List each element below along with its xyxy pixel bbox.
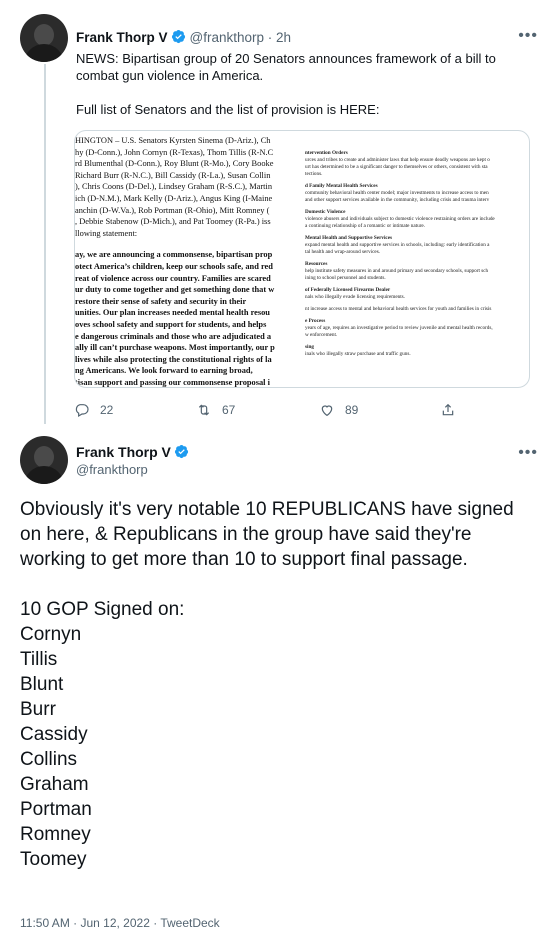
list-item: Collins <box>20 749 78 770</box>
document-section-line: urt has determined to be a significant d… <box>305 164 488 170</box>
share-icon <box>442 403 454 416</box>
main-tweet-text: Obviously it's very notable 10 REPUBLICA… <box>20 497 540 872</box>
document-line: rd Blumenthal (D-Conn.), Roy Blunt (R-Mo… <box>75 159 274 169</box>
handle-and-time[interactable]: @frankthorp · 2h <box>190 30 292 45</box>
document-line: restore their sense of safety and securi… <box>75 296 247 306</box>
list-item: Portman <box>20 799 92 820</box>
reply-icon <box>75 404 89 418</box>
like-count: 89 <box>345 403 359 417</box>
document-line: unities. Our plan increases needed menta… <box>75 308 270 318</box>
document-line: ), Chris Coons (D-Del.), Lindsey Graham … <box>75 182 273 192</box>
document-line: ur duty to come together and get somethi… <box>75 285 275 295</box>
document-section-line: expand mental health and supportive serv… <box>305 242 490 248</box>
list-item: Graham <box>20 774 89 795</box>
document-section-line: tal health and wrap-around services. <box>305 249 381 255</box>
document-section-line: tections. <box>305 171 323 177</box>
document-section-line: inals who illegally straw purchase and t… <box>305 351 411 357</box>
document-section-heading: Resources <box>305 261 328 267</box>
document-section-line: and other support services available in … <box>305 197 490 203</box>
document-section-line: w enforcement. <box>305 332 338 338</box>
gop-signers-list: 10 GOP Signed on: Cornyn Tillis Blunt Burr Ca… <box>20 597 540 872</box>
document-section-heading: ntervention Orders <box>305 150 348 156</box>
document-right-column: ntervention Orders urces and tribes to cr… <box>305 131 529 387</box>
tweet-text: NEWS: Bipartisan group of 20 Senators an… <box>76 50 526 118</box>
avatar-face <box>34 24 54 46</box>
heart-icon <box>321 405 333 417</box>
document-section-heading: Domestic Violence <box>305 209 346 215</box>
reply-count: 22 <box>100 403 114 417</box>
avatar[interactable] <box>20 436 68 484</box>
document-line: HINGTON – U.S. Senators Kyrsten Sinema (… <box>75 136 271 145</box>
list-item: Cassidy <box>20 724 88 745</box>
like-button[interactable]: 89 <box>319 402 358 418</box>
thread-connector-line <box>44 64 46 424</box>
author-name[interactable]: Frank Thorp V <box>76 30 168 45</box>
document-section-line: help institute safety measures in and ar… <box>305 268 489 274</box>
main-tweet-body: Obviously it's very notable 10 REPUBLICA… <box>20 499 514 570</box>
attached-document-image[interactable]: HINGTON – U.S. Senators Kyrsten Sinema (… <box>74 130 530 388</box>
document-section-line: nt increase access to mental and behavio… <box>305 306 492 312</box>
document-line: ally ill can’t purchase weapons. Most im… <box>75 343 275 353</box>
document-section-line: violence abusers and individuals subject… <box>305 216 495 222</box>
retweet-button[interactable]: 67 <box>196 402 235 418</box>
document-section-line: urces and tribes to create and administe… <box>305 157 490 163</box>
avatar-shoulders <box>24 44 64 62</box>
document-line: Richard Burr (R-N.C.), Bill Cassidy (R-L… <box>75 170 271 180</box>
more-horizontal-icon[interactable]: ••• <box>518 27 538 45</box>
list-item: Cornyn <box>20 624 82 645</box>
list-item: Romney <box>20 824 91 845</box>
document-section-line: a continuing relationship of a romantic … <box>305 223 425 229</box>
document-line: reat of violence across our country. Fam… <box>75 273 271 283</box>
share-button[interactable] <box>440 402 456 418</box>
document-line: oves school safety and support for stude… <box>75 319 267 329</box>
document-line: ng Americans. We look forward to earning… <box>75 366 253 376</box>
document-section-heading: of Federally Licensed Firearms Dealer <box>305 287 391 293</box>
list-item: Tillis <box>20 649 58 670</box>
reply-button[interactable]: 22 <box>74 402 113 418</box>
document-section-line: ining to school personnel and students. <box>305 275 386 281</box>
document-line: otect America’s children, keep our schoo… <box>75 261 273 271</box>
document-line: lives while also protecting the constitu… <box>75 354 272 364</box>
tweet-timestamp[interactable]: 11:50 AM · Jun 12, 2022 · TweetDeck <box>20 916 220 930</box>
list-item: Toomey <box>20 849 87 870</box>
tweet-text-line-2: Full list of Senators and the list of pr… <box>76 102 380 117</box>
document-line: tisan support and passing our commonsens… <box>75 377 270 387</box>
verified-badge-icon <box>174 444 188 459</box>
document-section-line: nals who illegally evade licensing requi… <box>305 294 405 300</box>
tweet-header: Frank Thorp V @frankthorp · 2h <box>76 29 291 45</box>
document-section-heading: d Family Mental Health Services <box>305 183 378 189</box>
document-line: ay, we are announcing a commonsense, bip… <box>75 250 273 260</box>
document-line: llowing statement: <box>75 228 138 238</box>
list-item: Blunt <box>20 674 64 695</box>
more-horizontal-icon[interactable]: ••• <box>518 444 538 462</box>
author-name[interactable]: Frank Thorp V <box>76 444 171 460</box>
document-section-heading: Mental Health and Supportive Services <box>305 235 393 241</box>
avatar-face <box>34 446 54 468</box>
document-left-column: HINGTON – U.S. Senators Kyrsten Sinema (… <box>75 131 307 387</box>
document-statement: ay, we are announcing a commonsense, bip… <box>75 249 307 387</box>
author-handle[interactable]: @frankthorp <box>76 462 148 477</box>
tweet-actions: 22 67 89 <box>74 402 454 418</box>
avatar-shoulders <box>24 466 64 484</box>
document-section-heading: sing <box>305 344 314 350</box>
document-line: , Debbie Stabenow (D-Mich.), and Pat Too… <box>75 217 271 227</box>
list-item: Burr <box>20 699 56 720</box>
document-line: e dangerous criminals and those who are … <box>75 331 272 341</box>
list-heading: 10 GOP Signed on: <box>20 599 185 620</box>
document-line: ich (D-N.M.), Mark Kelly (D-Ariz.), Angu… <box>75 193 273 203</box>
avatar[interactable] <box>20 14 68 62</box>
retweet-icon <box>198 404 210 416</box>
document-section-line: community behavioral health center model… <box>305 190 489 196</box>
document-section-heading: e Process <box>305 318 326 324</box>
verified-badge-icon <box>171 29 185 44</box>
tweet-text-line-1: NEWS: Bipartisan group of 20 Senators an… <box>76 51 496 83</box>
document-line: hy (D-Conn.), John Cornyn (R-Texas), Tho… <box>75 147 274 157</box>
author-name-row[interactable]: Frank Thorp V <box>76 444 189 460</box>
document-section-line: years of age, requires an investigative … <box>305 325 493 331</box>
document-line: anchin (D-W.Va.), Rob Portman (R-Ohio), … <box>75 205 270 215</box>
retweet-count: 67 <box>222 403 236 417</box>
